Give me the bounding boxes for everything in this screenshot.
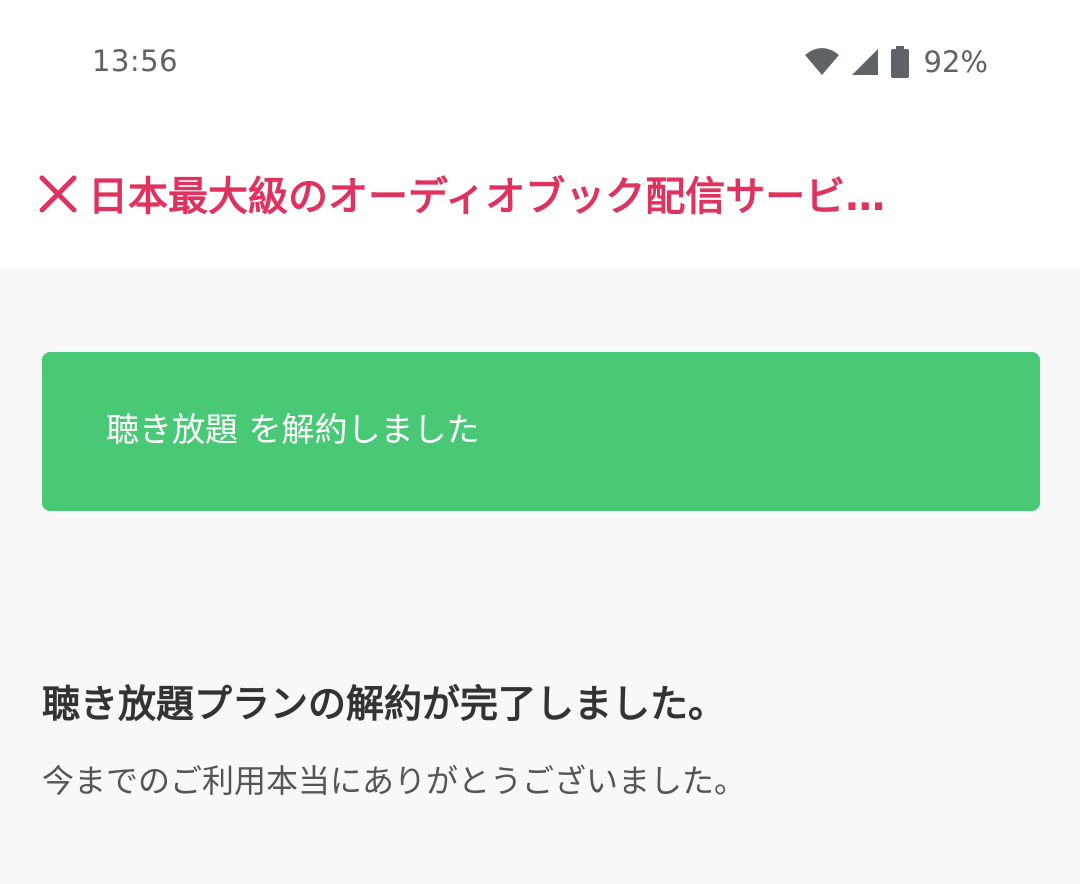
status-bar: 13:56 92%: [0, 0, 1080, 120]
success-banner: 聴き放題 を解約しました: [42, 352, 1040, 511]
banner-text: 聴き放題 を解約しました: [106, 410, 480, 449]
page-title: 日本最大級のオーディオブック配信サービ…: [88, 174, 886, 220]
battery-icon: [890, 46, 909, 78]
close-button[interactable]: [36, 172, 80, 216]
status-time: 13:56: [92, 44, 179, 78]
battery-percent: 92%: [923, 45, 988, 79]
signal-icon: [851, 49, 878, 75]
wifi-icon: [804, 48, 839, 75]
status-icons: 92%: [804, 44, 988, 80]
close-icon: [39, 175, 77, 213]
completion-heading: 聴き放題プランの解約が完了しました。: [42, 682, 727, 726]
thank-you-message: 今までのご利用本当にありがとうございました。: [42, 762, 747, 800]
